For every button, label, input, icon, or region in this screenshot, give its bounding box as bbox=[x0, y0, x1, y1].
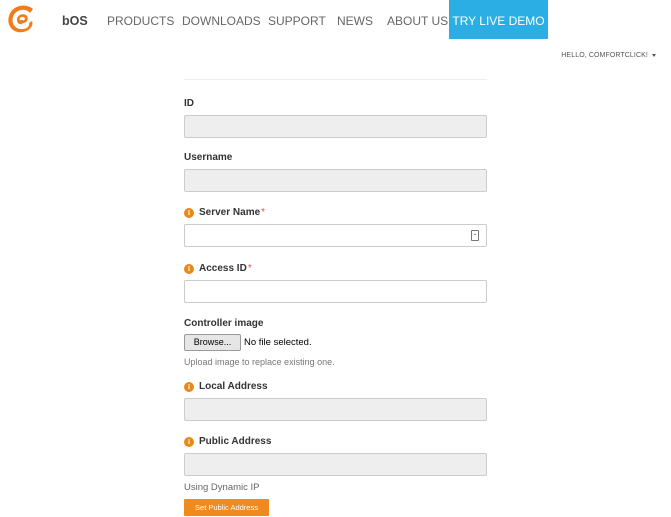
try-live-demo-button[interactable]: TRY LIVE DEMO bbox=[449, 0, 548, 39]
user-menu[interactable]: HELLO, COMFORTCLICK! bbox=[561, 52, 656, 59]
nav-item-downloads[interactable]: DOWNLOADS bbox=[182, 0, 261, 40]
controller-image-label-text: Controller image bbox=[184, 318, 264, 329]
info-icon[interactable]: i bbox=[184, 207, 194, 218]
chevron-down-icon bbox=[652, 53, 656, 57]
nav-item-support[interactable]: SUPPORT bbox=[268, 0, 326, 40]
comfortclick-logo-icon[interactable] bbox=[6, 4, 38, 36]
set-public-address-button[interactable]: Set Public Address bbox=[184, 499, 269, 516]
file-status-text: No file selected. bbox=[244, 337, 312, 348]
username-label: Username bbox=[184, 152, 232, 163]
upload-help-text: Upload image to replace existing one. bbox=[184, 357, 335, 367]
controller-image-label: Controller image bbox=[184, 318, 263, 329]
browse-button[interactable]: Browse... bbox=[184, 334, 241, 351]
id-label: ID bbox=[184, 98, 194, 109]
access-id-label-text: Access ID bbox=[199, 263, 247, 274]
nav-item-about-us[interactable]: ABOUT US bbox=[387, 0, 448, 40]
access-id-label: i Access ID * bbox=[184, 263, 252, 274]
server-name-label-text: Server Name bbox=[199, 207, 261, 218]
info-icon[interactable]: i bbox=[184, 381, 194, 392]
dynamic-ip-text: Using Dynamic IP bbox=[184, 482, 260, 493]
username-label-text: Username bbox=[184, 152, 233, 163]
user-greeting: HELLO, COMFORTCLICK! bbox=[561, 52, 648, 59]
nav-item-news[interactable]: NEWS bbox=[337, 0, 373, 40]
id-field[interactable] bbox=[184, 115, 487, 138]
local-address-label: i Local Address bbox=[184, 381, 268, 392]
access-id-field[interactable] bbox=[184, 280, 487, 303]
required-asterisk: * bbox=[261, 207, 266, 218]
required-asterisk: * bbox=[247, 263, 252, 274]
nav-item-products[interactable]: PRODUCTS bbox=[107, 0, 174, 40]
server-name-field[interactable]: ▪ bbox=[184, 224, 487, 247]
server-name-label: i Server Name * bbox=[184, 207, 265, 218]
local-address-label-text: Local Address bbox=[199, 381, 268, 392]
autofill-contact-icon[interactable]: ▪ bbox=[471, 230, 479, 241]
info-icon[interactable]: i bbox=[184, 436, 194, 447]
info-icon[interactable]: i bbox=[184, 263, 194, 274]
nav-brand-bos[interactable]: bOS bbox=[62, 0, 88, 40]
id-label-text: ID bbox=[184, 98, 194, 109]
username-field[interactable] bbox=[184, 169, 487, 192]
form-top-divider bbox=[184, 79, 487, 80]
top-navbar: bOS PRODUCTS DOWNLOADS SUPPORT NEWS ABOU… bbox=[0, 0, 671, 40]
public-address-field[interactable] bbox=[184, 453, 487, 476]
local-address-field[interactable] bbox=[184, 398, 487, 421]
public-address-label: i Public Address bbox=[184, 436, 271, 447]
public-address-label-text: Public Address bbox=[199, 436, 272, 447]
